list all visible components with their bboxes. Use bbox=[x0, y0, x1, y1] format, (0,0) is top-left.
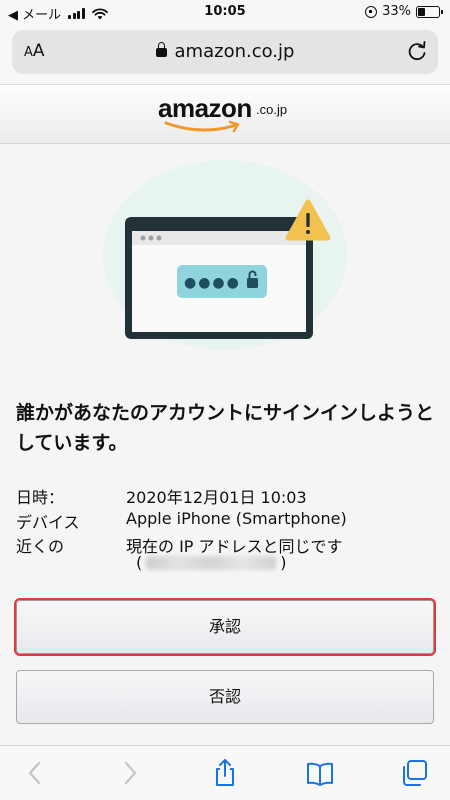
detail-label: デバイス bbox=[16, 513, 80, 532]
bookmarks-icon[interactable] bbox=[305, 758, 335, 788]
lock-icon bbox=[155, 42, 167, 57]
tabs-icon[interactable] bbox=[399, 758, 429, 788]
back-icon[interactable] bbox=[20, 758, 50, 788]
reload-icon[interactable] bbox=[404, 38, 430, 64]
status-bar: ◀ メール 10:05 33% bbox=[0, 0, 450, 24]
ip-address-line: ( ) bbox=[136, 553, 287, 572]
ip-paren-open: ( bbox=[136, 553, 143, 572]
battery-level bbox=[418, 7, 425, 16]
share-icon[interactable] bbox=[210, 758, 240, 788]
approve-button[interactable]: 承認 bbox=[16, 600, 434, 654]
window-dot-icon bbox=[140, 235, 146, 241]
sign-in-alert-illustration: ●●●● bbox=[103, 160, 347, 350]
detail-label: 近くの bbox=[16, 537, 65, 556]
site-header: amazon .co.jp bbox=[0, 84, 450, 144]
logo-smile-icon bbox=[164, 120, 240, 133]
battery-icon bbox=[416, 5, 443, 18]
ip-paren-close: ) bbox=[280, 553, 287, 572]
forward-icon[interactable] bbox=[115, 758, 145, 788]
browser-toolbar bbox=[0, 745, 450, 800]
main-content: ●●●● 誰かがあなたのアカウントにサインインしようとしています。 日時： 20… bbox=[0, 145, 450, 745]
url-text: amazon.co.jp bbox=[174, 41, 295, 62]
browser-address-area: AA amazon.co.jp bbox=[0, 24, 450, 84]
logo-domain: .co.jp bbox=[256, 102, 288, 117]
alert-headline: 誰かがあなたのアカウントにサインインしようとしています。 bbox=[16, 402, 435, 454]
deny-button[interactable]: 否認 bbox=[16, 670, 434, 724]
detail-value: 2020年12月01日 10:03 bbox=[126, 488, 307, 507]
amazon-logo[interactable]: amazon .co.jp bbox=[158, 93, 298, 137]
window-dot-icon bbox=[156, 235, 162, 241]
redacted-ip-address bbox=[146, 555, 277, 570]
url-display[interactable]: amazon.co.jp bbox=[12, 41, 438, 62]
battery-percent: 33% bbox=[382, 4, 411, 19]
detail-label: 日時： bbox=[16, 488, 65, 507]
address-bar[interactable]: AA amazon.co.jp bbox=[12, 30, 438, 74]
window-dot-icon bbox=[148, 235, 154, 241]
orientation-lock-icon bbox=[365, 5, 378, 18]
detail-value: Apple iPhone (Smartphone) bbox=[126, 509, 347, 528]
status-right: 33% bbox=[365, 4, 443, 19]
password-dots: ●●●● bbox=[184, 275, 241, 291]
